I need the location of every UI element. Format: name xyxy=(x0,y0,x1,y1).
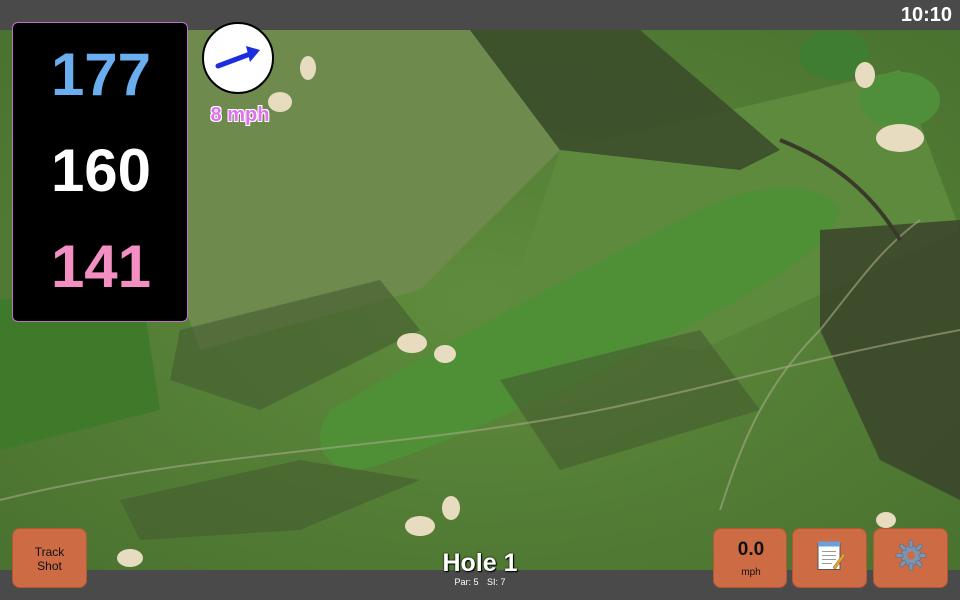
distance-front: 141 xyxy=(50,233,152,300)
settings-button[interactable] xyxy=(873,528,948,588)
notepad-icon xyxy=(815,540,845,577)
track-shot-button[interactable]: Track Shot xyxy=(12,528,87,588)
gear-icon xyxy=(895,540,927,577)
wind-speed-label: 8 mph xyxy=(210,104,270,126)
par-label: Par: 5 xyxy=(454,577,479,587)
notes-button[interactable] xyxy=(792,528,867,588)
speed-unit: mph xyxy=(741,567,761,578)
wind-direction-dial xyxy=(202,22,274,94)
distance-panel: 177 160 141 xyxy=(12,22,188,322)
hole-info: Par: 5 SI: 7 xyxy=(400,577,560,587)
track-shot-label: Track Shot xyxy=(34,545,65,573)
stroke-index-label: SI: 7 xyxy=(487,577,506,587)
hole-title: Hole 1 xyxy=(442,549,518,577)
wind-arrow-icon xyxy=(215,46,260,69)
clock: 10:10 xyxy=(900,4,952,26)
speed-value: 0.0 xyxy=(737,539,765,560)
distance-middle: 160 xyxy=(50,137,152,204)
shot-speed-button[interactable]: 0.0 mph xyxy=(713,528,787,588)
distance-back: 177 xyxy=(50,41,152,108)
